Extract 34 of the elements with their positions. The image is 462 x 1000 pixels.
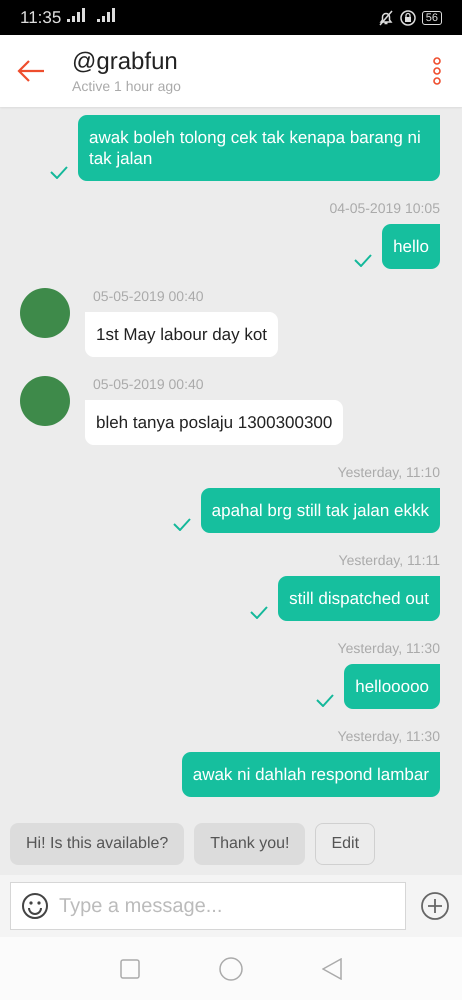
- edit-button[interactable]: Edit: [315, 823, 376, 865]
- message-timestamp: Yesterday, 11:30: [338, 640, 440, 656]
- back-icon[interactable]: [322, 958, 342, 980]
- bell-muted-icon: [378, 10, 394, 26]
- lock-icon: [400, 10, 416, 26]
- message-timestamp: Yesterday, 11:30: [338, 728, 440, 744]
- more-options-icon[interactable]: [432, 57, 442, 85]
- message-bubble: 1st May labour day kot: [85, 312, 278, 357]
- message-bubble: hello: [382, 224, 440, 269]
- chat-title: @grabfun: [72, 48, 179, 76]
- recents-icon[interactable]: [120, 958, 140, 978]
- message-bubble: awak ni dahlah respond lambar: [182, 752, 440, 797]
- message-timestamp: Yesterday, 11:11: [338, 552, 440, 568]
- home-icon[interactable]: [218, 956, 243, 980]
- message-bubble: hellooooo: [344, 664, 440, 709]
- active-status: Active 1 hour ago: [72, 78, 182, 94]
- message-bubble: apahal brg still tak jalan ekkk: [200, 488, 440, 533]
- status-time: 11:35: [20, 8, 62, 28]
- message-timestamp: 05-05-2019 00:40: [93, 376, 204, 392]
- quick-reply-chip[interactable]: Hi! Is this available?: [10, 823, 184, 865]
- message-timestamp: Yesterday, 11:10: [338, 464, 440, 480]
- message-field[interactable]: Type a message...: [10, 882, 406, 930]
- back-button[interactable]: [16, 59, 46, 83]
- add-icon[interactable]: [420, 891, 450, 921]
- message-bubble: still dispatched out: [278, 576, 440, 621]
- message-bubble: bleh tanya poslaju 1300300300: [85, 400, 344, 445]
- avatar-image: [20, 376, 70, 426]
- avatar-image: [20, 288, 70, 338]
- battery-level: 56: [422, 10, 442, 24]
- smiley-icon[interactable]: [21, 892, 49, 920]
- quick-reply-chip[interactable]: Thank you!: [194, 823, 306, 865]
- message-bubble: awak boleh tolong cek tak kenapa barang ni tak jalan: [78, 115, 440, 181]
- message-timestamp: 05-05-2019 00:40: [93, 288, 204, 304]
- message-timestamp: 04-05-2019 10:05: [329, 200, 440, 216]
